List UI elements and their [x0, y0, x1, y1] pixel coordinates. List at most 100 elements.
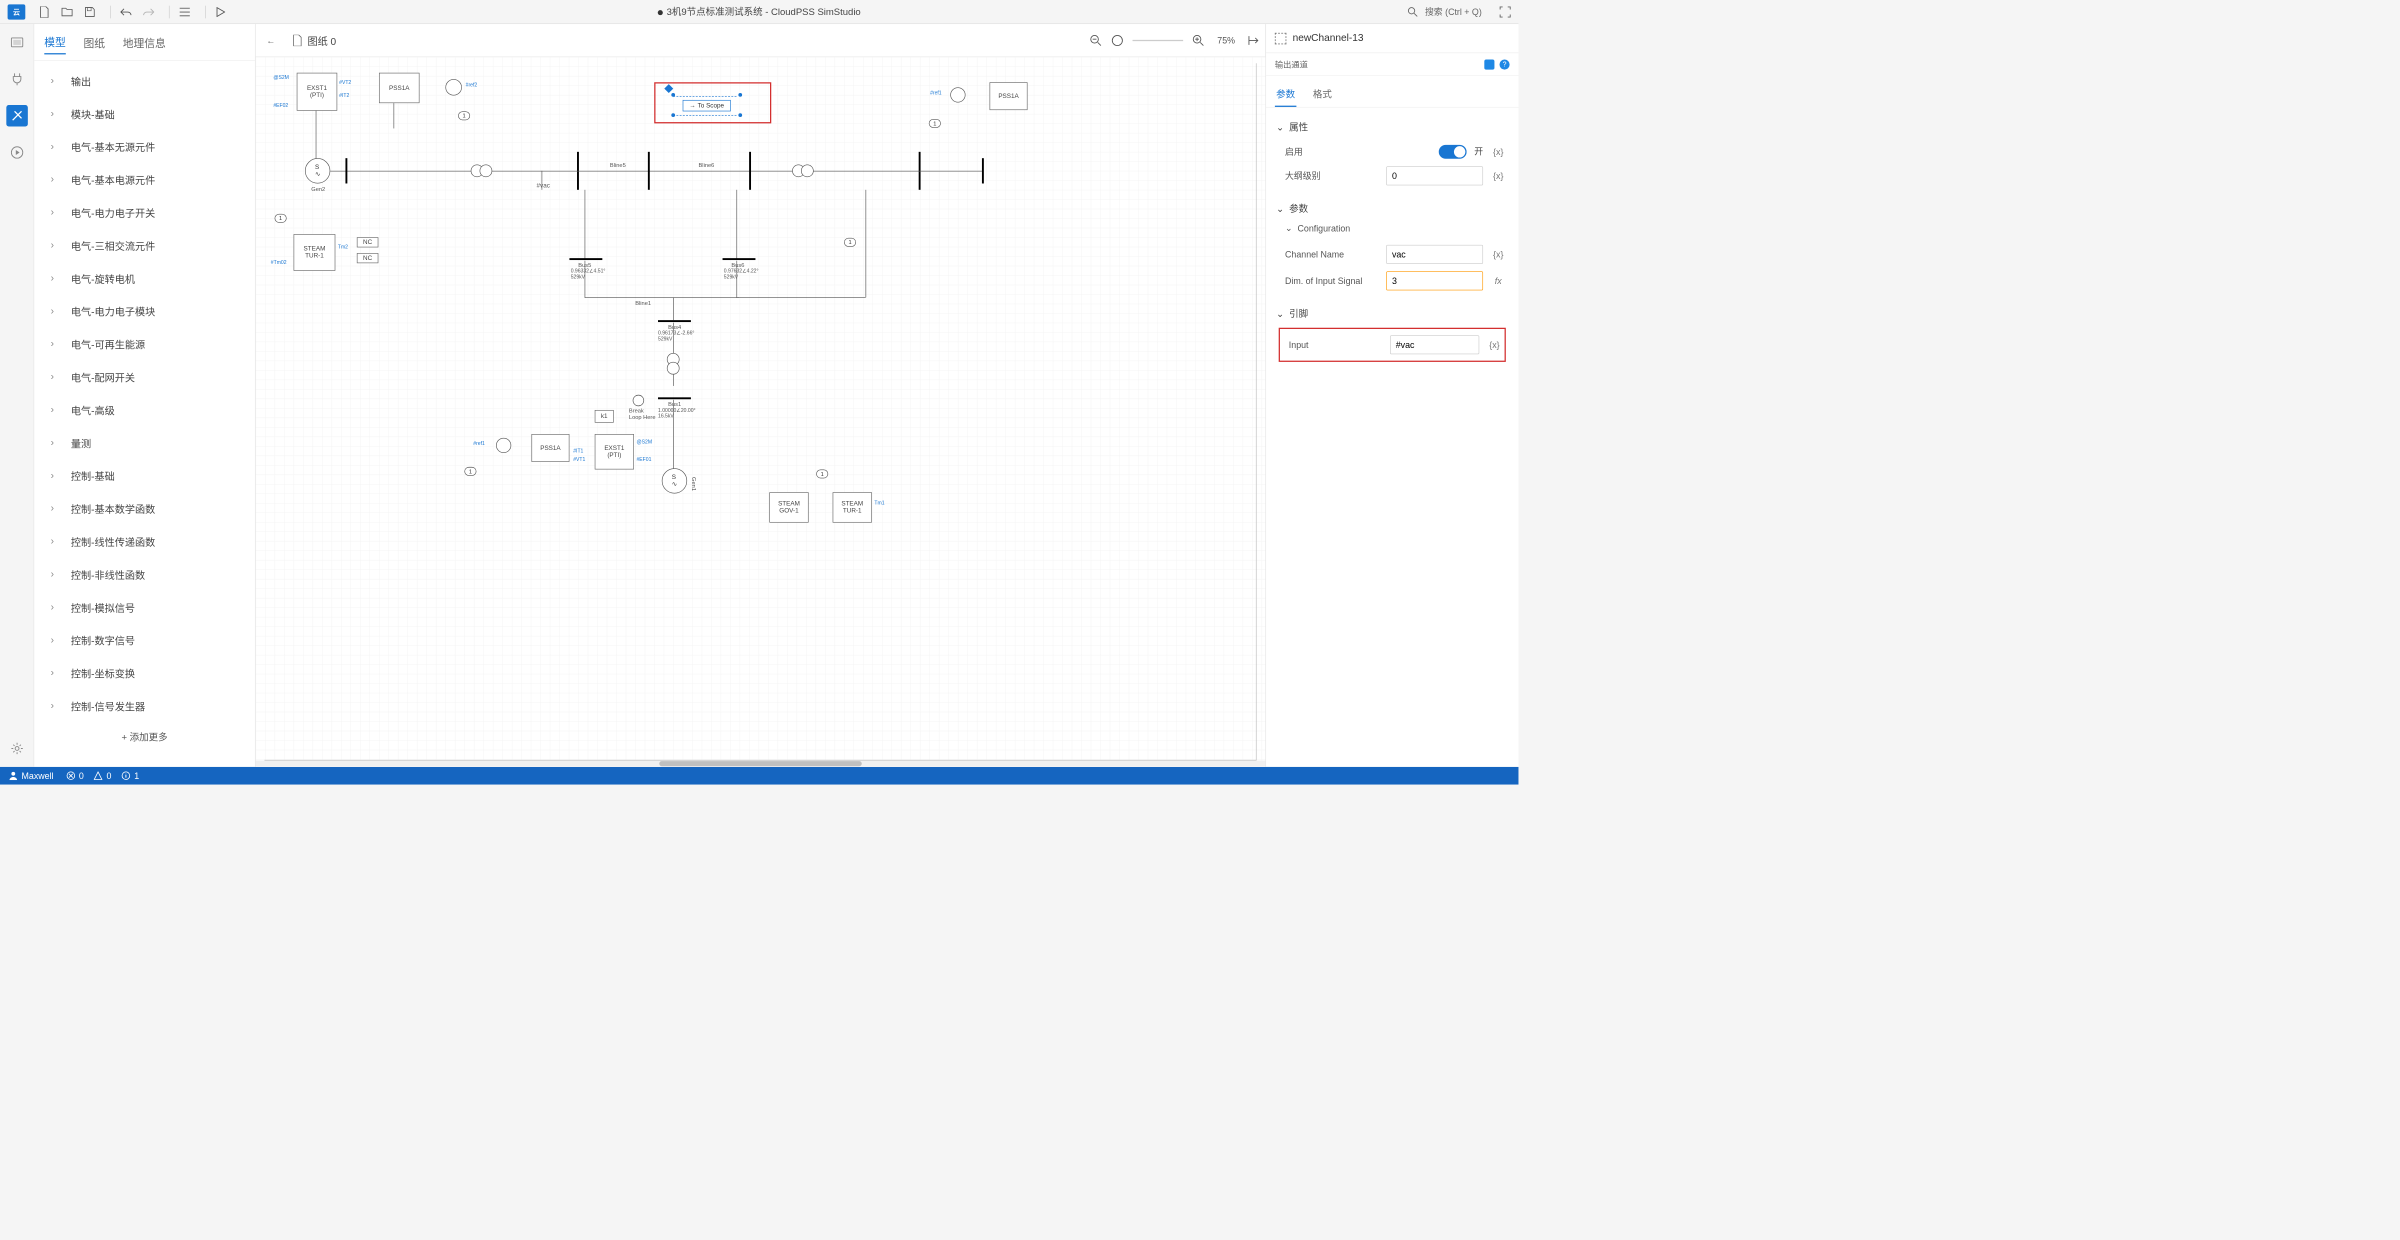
summer-block[interactable]	[950, 87, 965, 102]
zoom-in-icon[interactable]	[1192, 34, 1205, 47]
const-tag[interactable]: 1	[464, 467, 476, 476]
tree-item[interactable]: ›电气-三相交流元件	[34, 229, 255, 262]
tab-format[interactable]: 格式	[1312, 82, 1334, 107]
nc-block[interactable]: NC	[357, 237, 379, 247]
const-tag[interactable]: 1	[844, 238, 856, 247]
exst1-block[interactable]: EXST1 (PTI)	[297, 73, 337, 111]
pss1a-block[interactable]: PSS1A	[990, 82, 1028, 110]
tree-item[interactable]: ›模块-基础	[34, 97, 255, 130]
dim-input[interactable]	[1386, 271, 1483, 290]
rail-settings-icon[interactable]	[6, 738, 28, 760]
link-icon[interactable]	[1484, 59, 1494, 69]
const-tag[interactable]: 1	[929, 119, 941, 128]
expression-button[interactable]: {x}	[1489, 147, 1507, 157]
tree-item[interactable]: ›控制-数字信号	[34, 624, 255, 657]
tree-item[interactable]: ›电气-旋转电机	[34, 262, 255, 295]
tree-item[interactable]: ›电气-电力电子开关	[34, 196, 255, 229]
tree-item[interactable]: ›量测	[34, 426, 255, 459]
pss1a-block[interactable]: PSS1A	[379, 73, 419, 103]
open-folder-icon[interactable]	[58, 3, 76, 21]
tree-item[interactable]: ›控制-线性传递函数	[34, 525, 255, 558]
const-tag[interactable]: 1	[275, 214, 287, 223]
transformer-block[interactable]	[667, 362, 680, 375]
generator-block[interactable]: S∿	[662, 468, 687, 493]
summer-block[interactable]	[496, 438, 511, 453]
transformer-block[interactable]	[801, 165, 814, 178]
tree-item[interactable]: ›电气-基本电源元件	[34, 163, 255, 196]
undo-icon[interactable]	[117, 3, 135, 21]
tab-geo[interactable]: 地理信息	[123, 30, 166, 53]
transformer-block[interactable]	[480, 165, 493, 178]
rail-overview-icon[interactable]	[6, 32, 28, 54]
expression-button[interactable]: {x}	[1489, 171, 1507, 181]
selection-handle[interactable]	[738, 92, 743, 97]
tab-params[interactable]: 参数	[1275, 82, 1297, 107]
run-icon[interactable]	[212, 3, 230, 21]
steam-tur-block[interactable]: STEAM TUR-1	[833, 492, 872, 522]
steam-tur-block[interactable]: STEAM TUR-1	[294, 234, 336, 271]
app-logo[interactable]: 云	[8, 4, 26, 19]
horizontal-scrollbar[interactable]	[256, 761, 1266, 767]
tree-item[interactable]: ›电气-高级	[34, 394, 255, 427]
component-tree[interactable]: ›输出 ›模块-基础 ›电气-基本无源元件 ›电气-基本电源元件 ›电气-电力电…	[34, 61, 255, 767]
generator-block[interactable]: S∿	[305, 158, 330, 183]
status-user[interactable]: Maxwell	[9, 771, 54, 781]
rail-play-icon[interactable]	[6, 142, 28, 164]
tree-item[interactable]: ›电气-电力电子模块	[34, 295, 255, 328]
section-header[interactable]: ⌄参数	[1276, 202, 1508, 215]
fit-view-icon[interactable]	[1111, 34, 1124, 47]
tree-item[interactable]: ›控制-基础	[34, 459, 255, 492]
rail-tools-icon[interactable]	[6, 105, 28, 127]
tab-model[interactable]: 模型	[44, 30, 66, 55]
add-more-button[interactable]: + 添加更多	[34, 723, 255, 751]
fullscreen-icon[interactable]	[1499, 6, 1510, 17]
scrollbar-thumb[interactable]	[660, 761, 862, 766]
help-icon[interactable]: ?	[1499, 59, 1509, 69]
const-tag[interactable]: 1	[458, 111, 470, 120]
status-errors[interactable]: 0 0 1	[66, 771, 139, 781]
input-pin-input[interactable]	[1390, 335, 1479, 354]
section-header[interactable]: ⌄引脚	[1276, 307, 1508, 320]
steam-gov-block[interactable]: STEAM GOV-1	[769, 492, 808, 522]
tree-item[interactable]: ›控制-模拟信号	[34, 591, 255, 624]
enable-toggle[interactable]	[1439, 145, 1467, 159]
list-icon[interactable]	[176, 3, 194, 21]
tree-item[interactable]: ›电气-配网开关	[34, 361, 255, 394]
prev-tab-icon[interactable]: ←	[262, 31, 280, 49]
redo-icon[interactable]	[140, 3, 158, 21]
document-tab[interactable]: 图纸 0	[285, 29, 344, 52]
gain-block[interactable]: k1	[595, 410, 614, 423]
section-header[interactable]: ⌄属性	[1276, 120, 1508, 133]
tree-item[interactable]: ›电气-基本无源元件	[34, 130, 255, 163]
tree-item[interactable]: ›控制-基本数学函数	[34, 492, 255, 525]
exst1-block[interactable]: EXST1 (PTI)	[595, 434, 634, 469]
expression-button[interactable]: {x}	[1486, 340, 1504, 350]
tree-item[interactable]: ›控制-坐标变换	[34, 657, 255, 690]
to-scope-block[interactable]: →To Scope	[683, 100, 731, 111]
rail-plug-icon[interactable]	[6, 68, 28, 90]
export-icon[interactable]	[1248, 34, 1259, 45]
channel-name-input[interactable]	[1386, 245, 1483, 264]
new-file-icon[interactable]	[35, 3, 53, 21]
subsection-header[interactable]: ⌄Configuration	[1276, 223, 1508, 234]
tab-sheets[interactable]: 图纸	[84, 30, 106, 53]
search-hint[interactable]: 搜索 (Ctrl + Q)	[1425, 5, 1482, 18]
pss1a-block[interactable]: PSS1A	[531, 434, 569, 462]
zoom-level[interactable]: 75%	[1214, 35, 1239, 45]
zoom-out-icon[interactable]	[1090, 34, 1103, 47]
nc-block[interactable]: NC	[357, 253, 379, 263]
save-icon[interactable]	[81, 3, 99, 21]
tree-item[interactable]: ›控制-非线性函数	[34, 558, 255, 591]
selection-handle[interactable]	[738, 113, 743, 118]
fx-button[interactable]: fx	[1489, 276, 1507, 286]
outline-input[interactable]	[1386, 166, 1483, 185]
expression-button[interactable]: {x}	[1489, 249, 1507, 259]
const-tag[interactable]: 1	[816, 469, 828, 478]
summer-block[interactable]	[445, 79, 461, 95]
breaker-block[interactable]	[633, 395, 644, 406]
tree-item[interactable]: ›输出	[34, 65, 255, 98]
tree-item[interactable]: ›控制-信号发生器	[34, 690, 255, 723]
schematic-canvas[interactable]: →To Scope EXST1 (PTI) @S2M #EF02 #VT2 #I…	[256, 57, 1266, 767]
tree-item[interactable]: ›电气-可再生能源	[34, 328, 255, 361]
search-icon[interactable]	[1407, 6, 1418, 17]
